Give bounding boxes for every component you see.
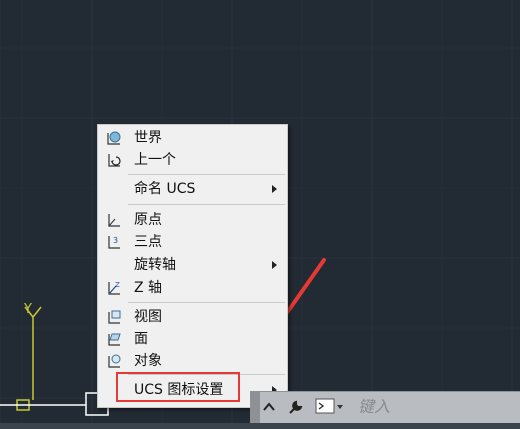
ucs-context-menu: 世界 上一个 命名 UCS 原点 3 三点 旋转轴 Z Z 轴 视图 面 对象 …: [97, 124, 288, 408]
command-input[interactable]: 键入: [358, 396, 518, 418]
command-prompt-icon[interactable]: [315, 397, 345, 417]
ucs-previous-icon: [108, 154, 121, 167]
submenu-arrow-icon: [272, 261, 277, 269]
ucs-view-icon: [108, 310, 121, 324]
ucs-origin-icon: [108, 214, 120, 227]
menu-separator: [128, 204, 285, 205]
ucs-y-label: Y: [24, 302, 32, 317]
svg-text:Z: Z: [115, 281, 120, 289]
close-icon[interactable]: [262, 400, 276, 414]
submenu-arrow-icon: [272, 185, 277, 193]
ucs-object-icon: [108, 354, 121, 368]
wrench-icon[interactable]: [287, 398, 305, 416]
annotation-highlight-box: [116, 372, 240, 402]
status-bar-strip: [0, 423, 520, 429]
command-bar-grip[interactable]: [250, 392, 260, 424]
ucs-world-icon: [107, 131, 121, 145]
ucs-3point-icon: 3: [108, 236, 120, 249]
menu-separator: [128, 174, 285, 175]
menu-separator: [128, 302, 285, 303]
ucs-face-icon: [108, 333, 121, 346]
ucs-zaxis-icon: Z: [108, 281, 120, 295]
svg-text:3: 3: [113, 236, 118, 245]
